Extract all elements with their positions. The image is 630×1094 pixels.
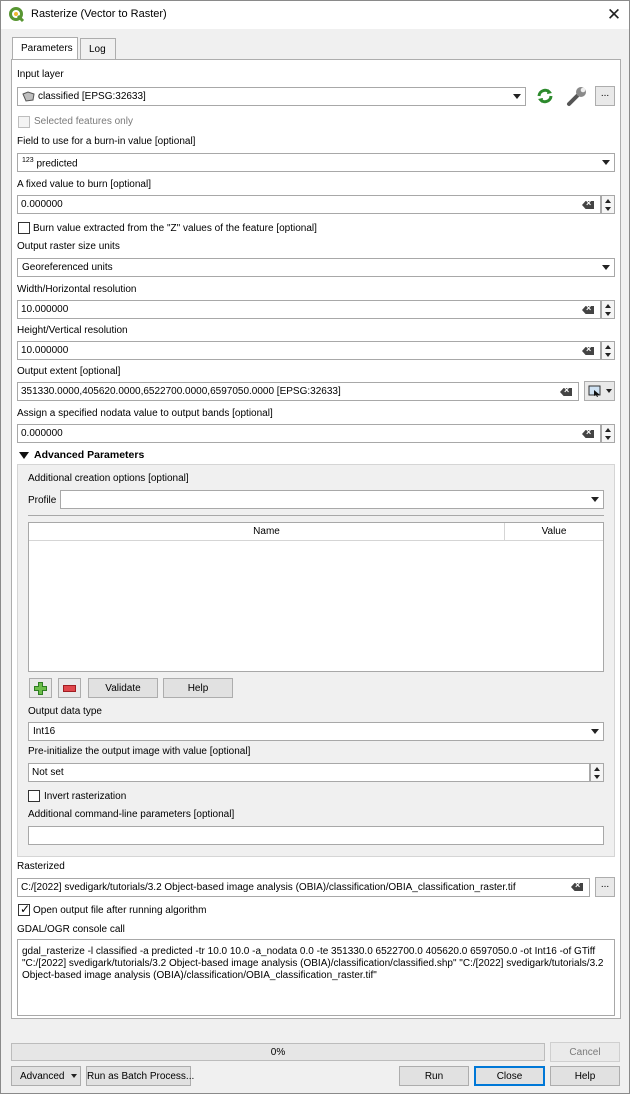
extent-label: Output extent [optional] xyxy=(17,366,121,377)
data-type-combo[interactable]: Int16 xyxy=(28,722,604,741)
burn-z-checkbox[interactable] xyxy=(18,222,30,234)
extent-text: 351330.0000,405620.0000,6522700.0000,659… xyxy=(21,386,341,397)
input-layer-browse-button[interactable]: ... xyxy=(595,86,615,106)
tab-log[interactable]: Log xyxy=(80,38,116,60)
qgis-logo-icon xyxy=(9,7,25,23)
height-res-spinner[interactable] xyxy=(601,341,615,360)
collapse-triangle-icon[interactable] xyxy=(19,452,29,459)
nodata-input[interactable]: 0.000000 xyxy=(17,424,601,443)
width-res-spinner[interactable] xyxy=(601,300,615,319)
options-help-button[interactable]: Help xyxy=(163,678,233,698)
input-layer-label: Input layer xyxy=(17,69,64,80)
validate-button[interactable]: Validate xyxy=(88,678,158,698)
invert-label: Invert rasterization xyxy=(44,791,127,802)
input-layer-combo[interactable]: classified [EPSG:32633] xyxy=(17,87,526,106)
width-res-input[interactable]: 10.000000 xyxy=(17,300,601,319)
chevron-down-icon xyxy=(71,1074,77,1078)
chevron-down-icon xyxy=(591,497,599,502)
size-units-combo[interactable]: Georeferenced units xyxy=(17,258,615,277)
console-label: GDAL/OGR console call xyxy=(17,924,125,935)
advanced-button-label: Advanced xyxy=(20,1071,65,1082)
fixed-value-text: 0.000000 xyxy=(21,199,63,210)
title-bar: Rasterize (Vector to Raster) ✕ xyxy=(1,1,629,29)
nodata-text: 0.000000 xyxy=(21,428,63,439)
map-canvas-extent-icon xyxy=(588,385,601,397)
minus-icon xyxy=(63,685,76,692)
wrench-icon[interactable] xyxy=(565,85,589,107)
input-layer-value: classified [EPSG:32633] xyxy=(38,91,146,102)
burn-field-label: Field to use for a burn-in value [option… xyxy=(17,136,196,147)
divider xyxy=(28,515,604,516)
console-call-text[interactable]: gdal_rasterize -l classified -a predicte… xyxy=(17,939,615,1016)
close-button[interactable]: Close xyxy=(474,1066,545,1086)
nodata-label: Assign a specified nodata value to outpu… xyxy=(17,408,273,419)
progress-text: 0% xyxy=(270,1047,286,1058)
open-output-checkbox[interactable] xyxy=(18,902,30,916)
preinit-label: Pre-initialize the output image with val… xyxy=(28,746,251,757)
size-units-value: Georeferenced units xyxy=(22,262,113,273)
output-label: Rasterized xyxy=(17,861,65,872)
polygon-layer-icon xyxy=(22,91,35,102)
output-path-text: C:/[2022] svedigark/tutorials/3.2 Object… xyxy=(21,882,516,893)
help-button[interactable]: Help xyxy=(550,1066,620,1086)
profile-label: Profile xyxy=(28,495,57,506)
extent-input[interactable]: 351330.0000,405620.0000,6522700.0000,659… xyxy=(17,382,579,401)
height-res-label: Height/Vertical resolution xyxy=(17,325,128,336)
window-title: Rasterize (Vector to Raster) xyxy=(31,8,167,20)
preinit-spinner[interactable] xyxy=(590,763,604,782)
data-type-value: Int16 xyxy=(33,726,56,737)
width-res-text: 10.000000 xyxy=(21,304,69,315)
tab-parameters[interactable]: Parameters xyxy=(12,37,78,60)
chevron-down-icon xyxy=(606,389,612,393)
output-browse-button[interactable]: ... xyxy=(595,877,615,897)
data-type-label: Output data type xyxy=(28,706,102,717)
burn-z-label: Burn value extracted from the "Z" values… xyxy=(33,223,317,234)
chevron-down-icon xyxy=(591,729,599,734)
burn-field-value: predicted xyxy=(36,158,78,170)
plus-icon xyxy=(34,682,47,695)
chevron-down-icon xyxy=(513,94,521,99)
add-option-button[interactable] xyxy=(29,678,52,698)
batch-process-button[interactable]: Run as Batch Process... xyxy=(86,1066,194,1086)
invert-checkbox[interactable] xyxy=(28,790,40,802)
preinit-input[interactable]: Not set xyxy=(28,763,590,782)
burn-field-combo[interactable]: 123 predicted xyxy=(17,153,615,172)
output-path-input[interactable]: C:/[2022] svedigark/tutorials/3.2 Object… xyxy=(17,878,590,897)
height-res-text: 10.000000 xyxy=(21,345,69,356)
nodata-spinner[interactable] xyxy=(601,424,615,443)
progress-bar: 0% xyxy=(11,1043,545,1061)
advanced-dropdown-button[interactable]: Advanced xyxy=(11,1066,81,1086)
iterate-icon[interactable] xyxy=(534,86,556,106)
run-button[interactable]: Run xyxy=(399,1066,469,1086)
selected-features-label: Selected features only xyxy=(34,116,133,127)
fixed-value-input[interactable]: 0.000000 xyxy=(17,195,601,214)
remove-option-button[interactable] xyxy=(58,678,81,698)
preinit-text: Not set xyxy=(32,767,64,778)
numeric-field-icon: 123 xyxy=(22,157,34,164)
width-res-label: Width/Horizontal resolution xyxy=(17,284,137,295)
cmdline-input[interactable] xyxy=(28,826,604,845)
open-output-label: Open output file after running algorithm xyxy=(33,905,207,916)
table-header: Name Value xyxy=(29,523,603,541)
dialog-window: Rasterize (Vector to Raster) ✕ Parameter… xyxy=(0,0,630,1094)
advanced-header[interactable]: Advanced Parameters xyxy=(34,449,144,461)
chevron-down-icon xyxy=(602,160,610,165)
fixed-value-spinner[interactable] xyxy=(601,195,615,214)
column-header-name[interactable]: Name xyxy=(29,526,504,537)
creation-options-label: Additional creation options [optional] xyxy=(28,473,189,484)
cmdline-label: Additional command-line parameters [opti… xyxy=(28,809,235,820)
creation-options-table[interactable]: Name Value xyxy=(28,522,604,672)
selected-features-checkbox[interactable] xyxy=(18,116,30,128)
close-window-icon[interactable]: ✕ xyxy=(603,4,625,26)
cancel-button[interactable]: Cancel xyxy=(550,1042,620,1062)
size-units-label: Output raster size units xyxy=(17,241,120,252)
column-header-value[interactable]: Value xyxy=(505,526,603,537)
profile-combo[interactable] xyxy=(60,490,604,509)
height-res-input[interactable]: 10.000000 xyxy=(17,341,601,360)
chevron-down-icon xyxy=(602,265,610,270)
extent-selector-button[interactable] xyxy=(584,381,615,401)
fixed-value-label: A fixed value to burn [optional] xyxy=(17,179,151,190)
